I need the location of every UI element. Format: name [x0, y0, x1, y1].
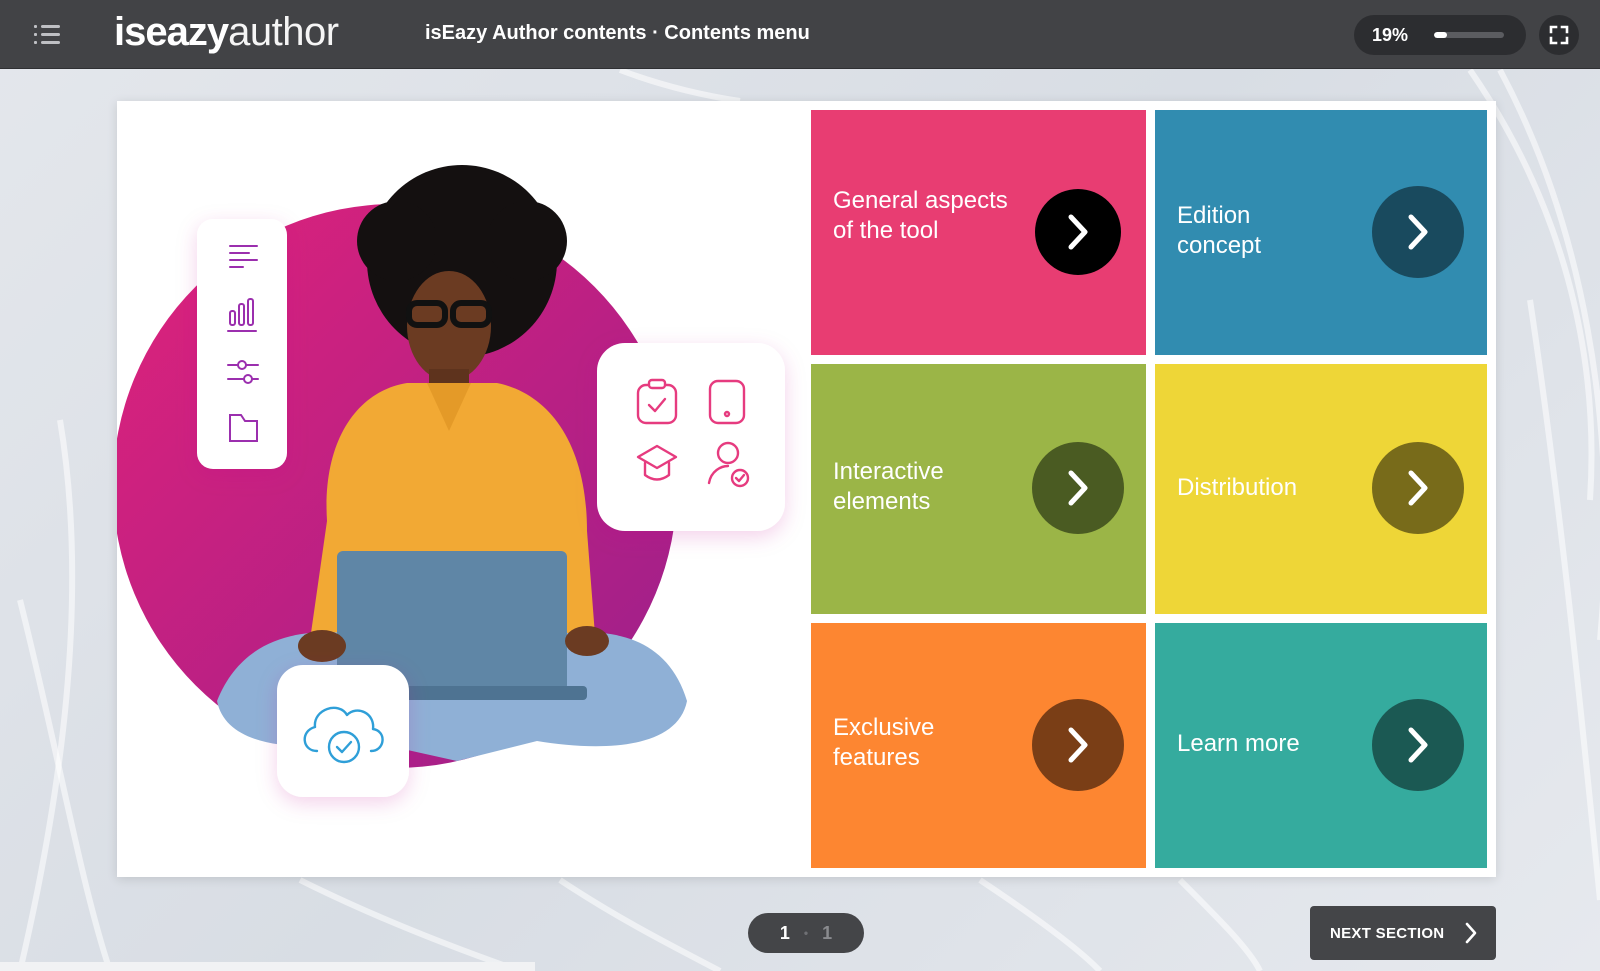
page-separator-dot: •: [803, 926, 809, 940]
tile-arrow-button[interactable]: [1032, 442, 1124, 534]
slide-canvas: General aspects of the tool Edition conc…: [117, 101, 1496, 877]
next-section-button[interactable]: NEXT SECTION: [1310, 906, 1496, 960]
tile-label: General aspects of the tool: [833, 187, 1008, 244]
tile-arrow-button[interactable]: [1372, 442, 1464, 534]
tile-arrow-button[interactable]: [1372, 699, 1464, 791]
list-menu-icon[interactable]: [30, 20, 64, 50]
tile-arrow-button[interactable]: [1032, 699, 1124, 791]
chevron-right-icon: [1068, 470, 1088, 506]
next-section-label: NEXT SECTION: [1330, 924, 1445, 942]
tile-arrow-button[interactable]: [1372, 186, 1464, 278]
chevron-right-icon: [1068, 727, 1088, 763]
tile-distribution[interactable]: Distribution: [1155, 364, 1487, 614]
tile-label: Interactive elements: [833, 458, 944, 515]
features-card: [597, 343, 785, 531]
progress-bar-fill: [1434, 32, 1448, 38]
hero-illustration: [117, 165, 785, 797]
tile-exclusive-features[interactable]: Exclusive features: [811, 623, 1146, 868]
bottom-edge: [0, 962, 535, 971]
tile-label: Exclusive features: [833, 714, 935, 771]
app-logo: iseazy author: [114, 10, 339, 58]
chevron-right-icon: [1068, 214, 1088, 250]
tile-label: Distribution: [1177, 474, 1298, 501]
tile-general-aspects[interactable]: General aspects of the tool: [811, 110, 1146, 355]
page-current: 1: [779, 922, 790, 943]
chevron-right-icon: [1408, 214, 1428, 250]
tile-label: Learn more: [1177, 730, 1300, 757]
fullscreen-icon: [1549, 25, 1569, 45]
chevron-right-icon: [1408, 727, 1428, 763]
logo-thin-text: author: [228, 10, 339, 54]
page-title: isEazy Author contents · Contents menu: [425, 22, 810, 44]
tile-label: Edition concept: [1177, 202, 1262, 259]
page-indicator: 1 • 1: [748, 913, 864, 953]
chevron-right-icon: [1465, 922, 1477, 944]
fullscreen-button[interactable]: [1539, 15, 1579, 55]
page-total: 1: [822, 922, 833, 943]
progress-bar: [1434, 32, 1504, 38]
progress-percent: 19%: [1372, 24, 1409, 45]
logo-bold-text: iseazy: [114, 10, 229, 54]
tile-edition-concept[interactable]: Edition concept: [1155, 110, 1487, 355]
chevron-right-icon: [1408, 470, 1428, 506]
tile-learn-more[interactable]: Learn more: [1155, 623, 1487, 868]
tools-card: [197, 219, 287, 469]
progress-indicator: 19%: [1354, 15, 1526, 55]
tile-interactive-elements[interactable]: Interactive elements: [811, 364, 1146, 614]
tile-arrow-button[interactable]: [1035, 189, 1121, 275]
top-bar: iseazy author isEazy Author contents · Co…: [0, 0, 1600, 69]
